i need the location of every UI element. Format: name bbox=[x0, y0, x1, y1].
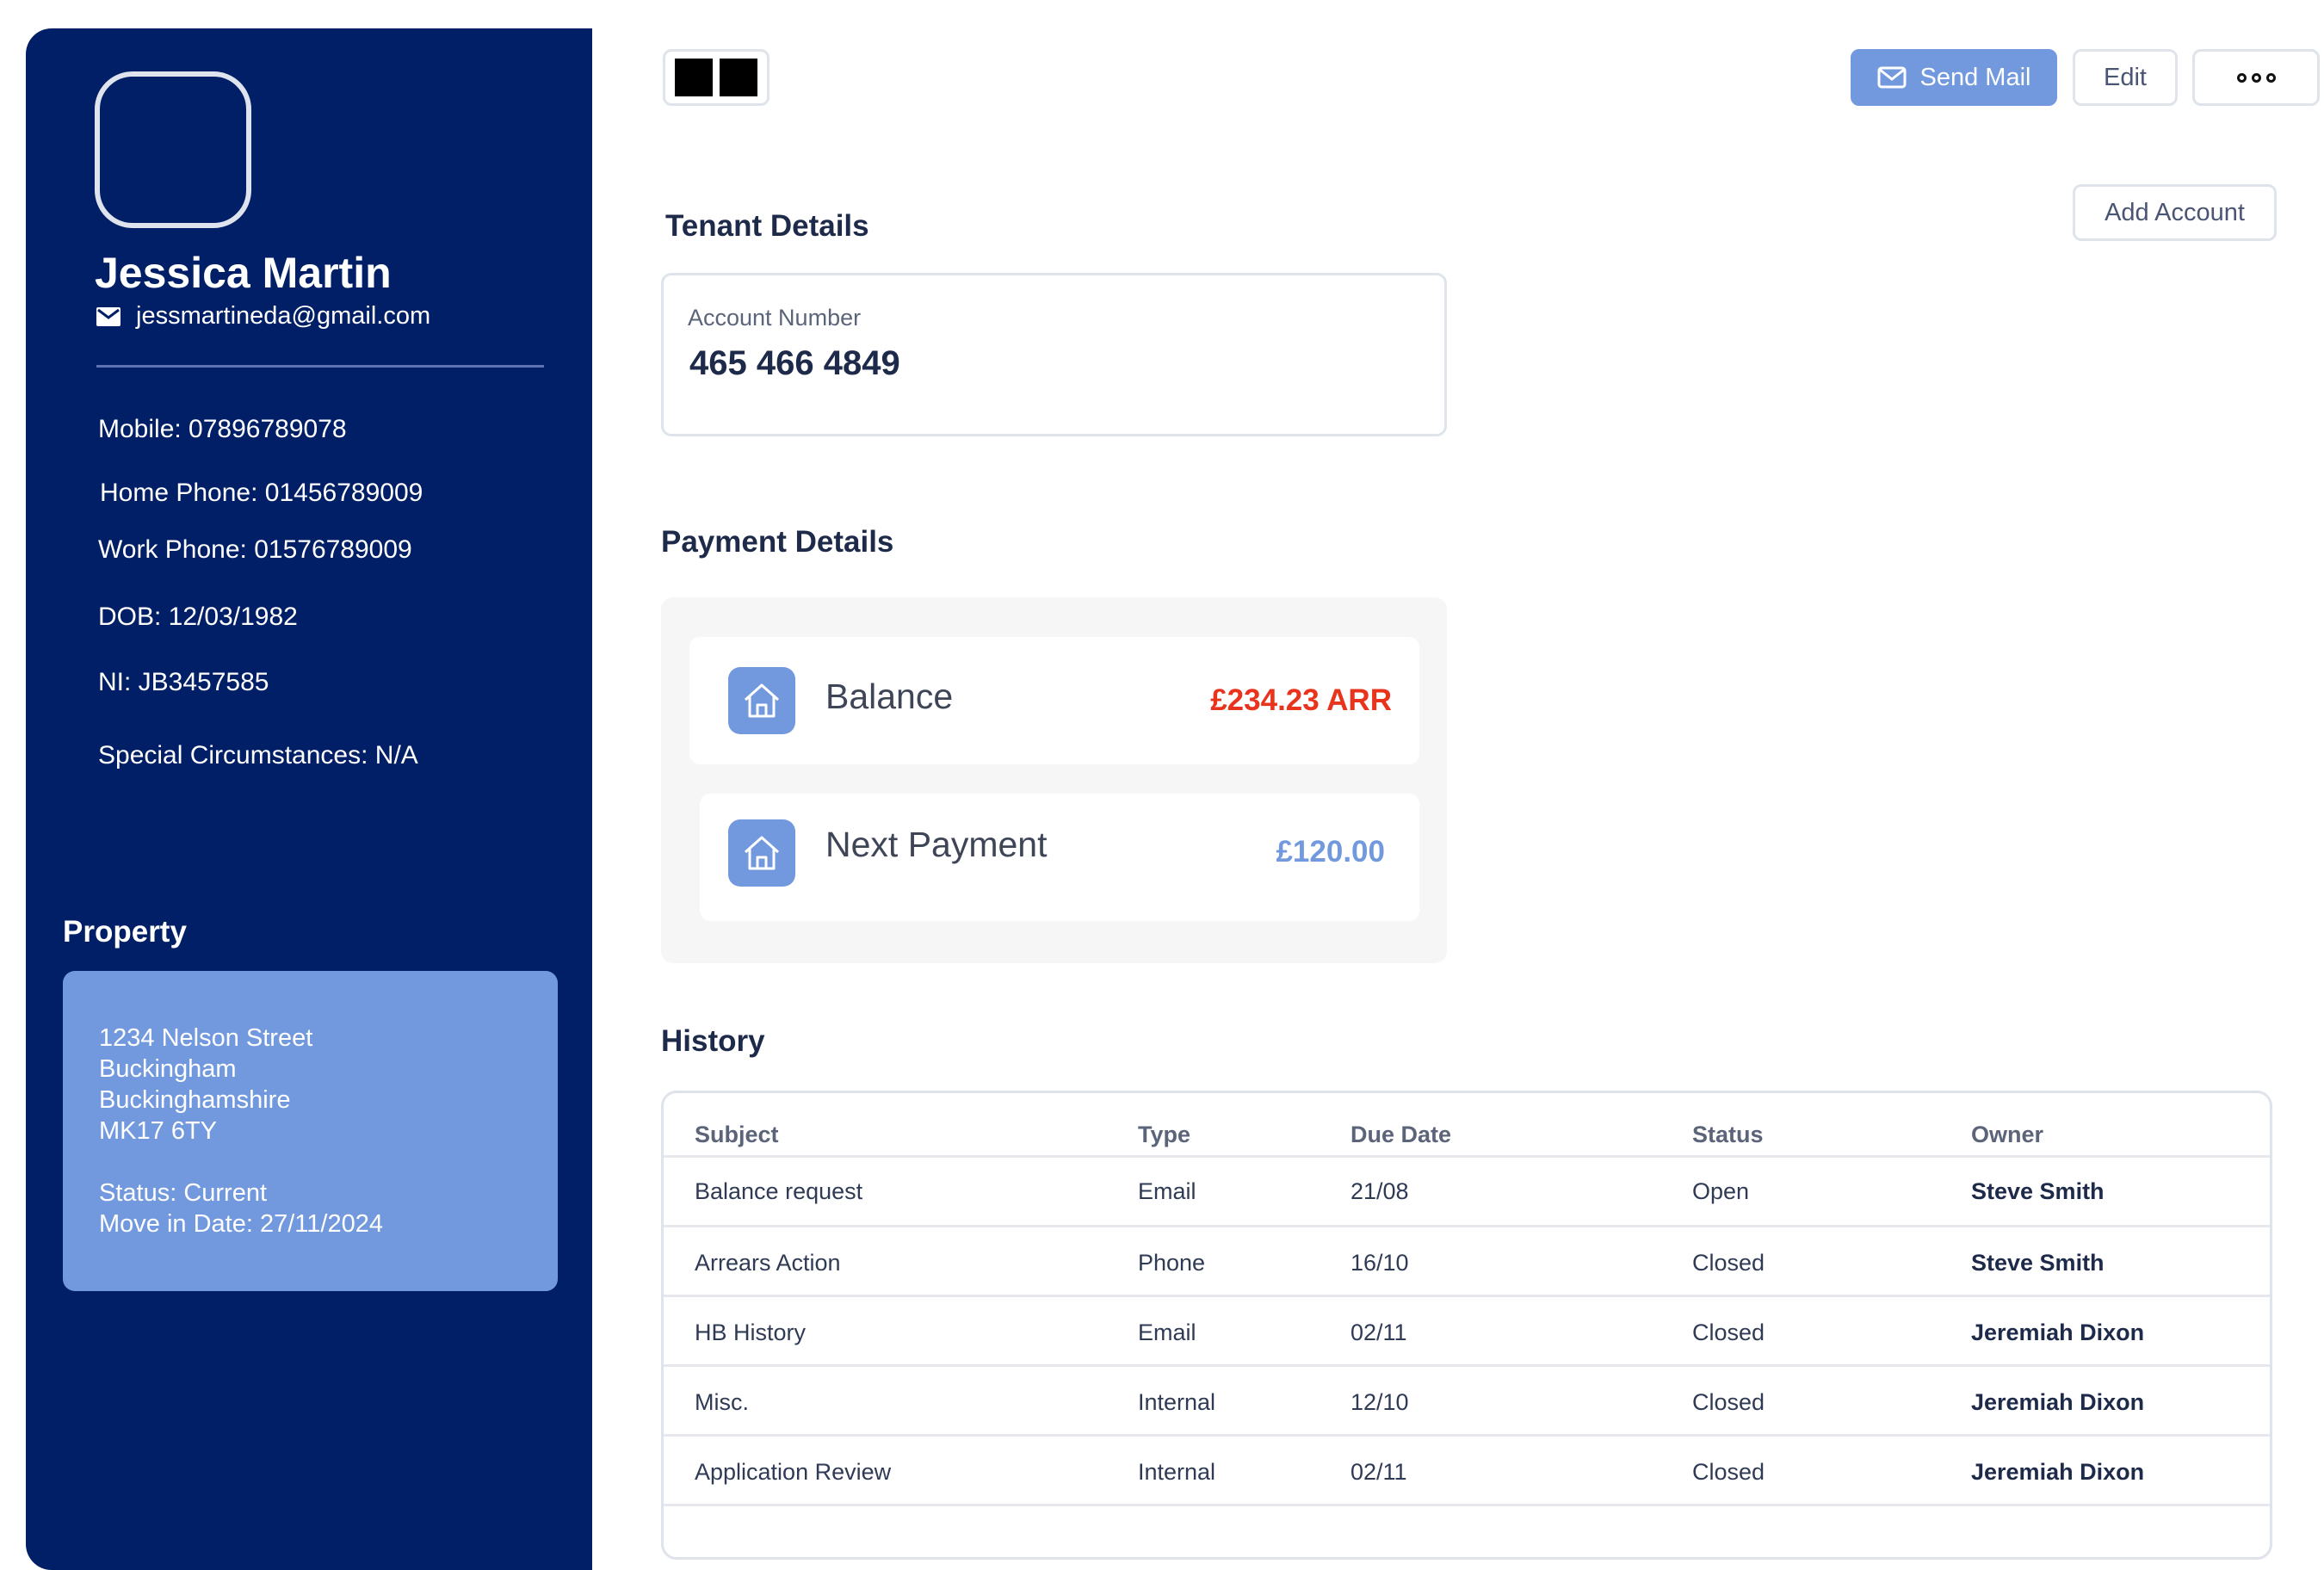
more-icon bbox=[2265, 72, 2276, 83]
balance-label: Balance bbox=[825, 677, 954, 716]
cell-type: Phone bbox=[1138, 1250, 1206, 1276]
logo-block bbox=[675, 59, 713, 96]
address-line: Buckinghamshire bbox=[99, 1086, 291, 1114]
next-payment-value: £120.00 bbox=[1276, 835, 1385, 868]
cell-status: Closed bbox=[1692, 1459, 1765, 1485]
tenant-email-row[interactable]: jessmartineda@gmail.com bbox=[96, 302, 430, 331]
cell-type: Internal bbox=[1138, 1459, 1216, 1485]
table-row[interactable]: Application Review Internal 02/11 Closed… bbox=[664, 1437, 2270, 1506]
edit-button[interactable]: Edit bbox=[2073, 49, 2178, 106]
column-header[interactable]: Status bbox=[1692, 1122, 1764, 1148]
account-number-card: Account Number 465 466 4849 bbox=[661, 273, 1447, 436]
column-header[interactable]: Owner bbox=[1971, 1122, 2043, 1148]
column-header[interactable]: Type bbox=[1138, 1122, 1190, 1148]
house-icon bbox=[728, 819, 795, 887]
property-card[interactable]: 1234 Nelson Street Buckingham Buckingham… bbox=[63, 971, 558, 1291]
property-title: Property bbox=[63, 915, 187, 949]
balance-value: £234.23 ARR bbox=[1210, 683, 1392, 717]
cell-status: Closed bbox=[1692, 1389, 1765, 1415]
payment-details-title: Payment Details bbox=[661, 525, 894, 559]
cell-status: Closed bbox=[1692, 1320, 1765, 1345]
mobile-number: Mobile: 07896789078 bbox=[98, 415, 347, 443]
tenant-name: Jessica Martin bbox=[95, 249, 392, 297]
table-row[interactable]: Misc. Internal 12/10 Closed Jeremiah Dix… bbox=[664, 1367, 2270, 1437]
tenant-details-title: Tenant Details bbox=[665, 209, 869, 243]
table-row[interactable]: HB History Email 02/11 Closed Jeremiah D… bbox=[664, 1297, 2270, 1367]
account-number-label: Account Number bbox=[688, 305, 862, 331]
cell-due-date: 21/08 bbox=[1351, 1178, 1409, 1204]
cell-owner: Steve Smith bbox=[1971, 1178, 2105, 1204]
address-line: MK17 6TY bbox=[99, 1117, 217, 1145]
cell-subject: Misc. bbox=[695, 1389, 749, 1415]
cell-due-date: 02/11 bbox=[1351, 1320, 1407, 1345]
tenant-sidebar: Jessica Martin jessmartineda@gmail.com M… bbox=[26, 28, 592, 1570]
cell-type: Email bbox=[1138, 1320, 1196, 1345]
logo-block bbox=[720, 59, 757, 96]
date-of-birth: DOB: 12/03/1982 bbox=[98, 603, 298, 631]
cell-subject: Application Review bbox=[695, 1459, 892, 1485]
cell-subject: Arrears Action bbox=[695, 1250, 841, 1276]
cell-owner: Steve Smith bbox=[1971, 1250, 2105, 1276]
table-header: Subject Type Due Date Status Owner bbox=[664, 1093, 2270, 1158]
ni-number: NI: JB3457585 bbox=[98, 668, 269, 696]
cell-subject: HB History bbox=[695, 1320, 807, 1345]
column-header[interactable]: Due Date bbox=[1351, 1122, 1451, 1148]
more-icon bbox=[2251, 72, 2261, 83]
property-status: Status: Current bbox=[99, 1179, 268, 1207]
next-payment-card[interactable]: Next Payment £120.00 bbox=[700, 794, 1419, 921]
send-mail-button[interactable]: Send Mail bbox=[1851, 49, 2057, 106]
cell-owner: Jeremiah Dixon bbox=[1971, 1320, 2145, 1345]
cell-subject: Balance request bbox=[695, 1178, 863, 1204]
cell-status: Open bbox=[1692, 1178, 1750, 1204]
cell-type: Internal bbox=[1138, 1389, 1216, 1415]
address-line: 1234 Nelson Street bbox=[99, 1024, 313, 1052]
cell-owner: Jeremiah Dixon bbox=[1971, 1459, 2145, 1485]
tenant-email[interactable]: jessmartineda@gmail.com bbox=[136, 302, 430, 331]
history-title: History bbox=[661, 1024, 765, 1058]
column-header[interactable]: Subject bbox=[695, 1122, 779, 1148]
account-number: 465 466 4849 bbox=[689, 344, 900, 382]
cell-due-date: 16/10 bbox=[1351, 1250, 1409, 1276]
divider bbox=[96, 365, 544, 368]
cell-status: Closed bbox=[1692, 1250, 1765, 1276]
next-payment-label: Next Payment bbox=[825, 825, 1048, 864]
balance-card[interactable]: Balance £234.23 ARR bbox=[689, 637, 1419, 764]
move-in-date: Move in Date: 27/11/2024 bbox=[99, 1210, 383, 1238]
history-table: Subject Type Due Date Status Owner Balan… bbox=[661, 1091, 2272, 1560]
avatar[interactable] bbox=[95, 71, 251, 228]
cell-due-date: 02/11 bbox=[1351, 1459, 1407, 1485]
home-phone: Home Phone: 01456789009 bbox=[100, 479, 423, 507]
cell-type: Email bbox=[1138, 1178, 1196, 1204]
payment-details-panel: Balance £234.23 ARR Next Payment £120.00 bbox=[661, 597, 1447, 963]
work-phone: Work Phone: 01576789009 bbox=[98, 535, 412, 564]
mail-icon bbox=[96, 306, 121, 326]
more-button[interactable] bbox=[2192, 49, 2320, 106]
cell-owner: Jeremiah Dixon bbox=[1971, 1389, 2145, 1415]
table-row[interactable]: Balance request Email 21/08 Open Steve S… bbox=[664, 1158, 2270, 1227]
special-circumstances: Special Circumstances: N/A bbox=[98, 741, 418, 770]
address-line: Buckingham bbox=[99, 1055, 237, 1083]
table-row[interactable]: Arrears Action Phone 16/10 Closed Steve … bbox=[664, 1227, 2270, 1297]
add-account-button[interactable]: Add Account bbox=[2073, 184, 2277, 241]
send-mail-label: Send Mail bbox=[1919, 63, 2031, 91]
cell-due-date: 12/10 bbox=[1351, 1389, 1409, 1415]
house-icon bbox=[728, 667, 795, 734]
app-logo[interactable] bbox=[663, 49, 770, 106]
mail-icon bbox=[1877, 66, 1907, 89]
more-icon bbox=[2236, 72, 2247, 83]
